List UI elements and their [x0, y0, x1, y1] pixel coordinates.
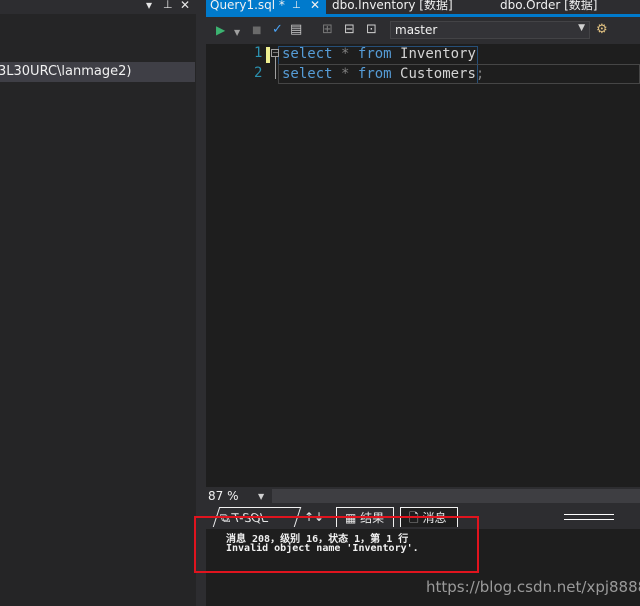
connect-icon[interactable]: ⊞ — [322, 23, 333, 37]
dropdown-icon[interactable]: ▼ — [234, 26, 240, 40]
zoom-select[interactable]: 87 % — [208, 489, 239, 503]
keyword: from — [357, 66, 392, 82]
code-line: select * from Customers; — [282, 66, 485, 82]
pin-icon[interactable]: ⊥ — [163, 0, 173, 12]
line-number: 1 — [254, 45, 263, 61]
watermark: https://blog.csdn.net/xpj8888 — [426, 578, 640, 596]
tab-inventory[interactable]: dbo.Inventory [数据] — [332, 0, 462, 14]
change-connection-icon[interactable]: ⊟ — [344, 23, 355, 37]
tab-order[interactable]: dbo.Order [数据] — [500, 0, 620, 14]
code-line: select * from Inventory — [282, 45, 476, 63]
operator: * — [341, 46, 350, 62]
change-tracking-bar — [266, 47, 270, 63]
tab-label: dbo.Inventory [数据] — [332, 0, 453, 12]
collapse-icon[interactable]: − — [271, 49, 279, 57]
stop-icon[interactable]: ■ — [252, 24, 261, 38]
close-icon[interactable]: ✕ — [180, 0, 190, 12]
editor-left-margin — [206, 44, 220, 487]
keyword: from — [357, 46, 392, 62]
horizontal-scrollbar[interactable] — [272, 489, 640, 503]
annotation-highlight-box — [194, 516, 479, 573]
parse-check-icon[interactable]: ✓ — [272, 23, 283, 37]
disconnect-icon[interactable]: ⊡ — [366, 23, 377, 37]
query-plan-icon[interactable]: ▤ — [290, 23, 302, 37]
operator: * — [341, 66, 350, 82]
line-number: 2 — [254, 65, 263, 81]
tab-label: Query1.sql * — [210, 0, 285, 12]
execute-icon[interactable]: ▶ — [216, 23, 225, 37]
table-name: Customers — [400, 66, 476, 82]
sql-editor[interactable] — [206, 44, 640, 487]
keyword: select — [282, 66, 333, 82]
tab-label: dbo.Order [数据] — [500, 0, 598, 12]
database-select-value: master — [395, 23, 438, 37]
close-icon[interactable]: ✕ — [310, 0, 320, 11]
pin-icon[interactable]: ⊥ — [292, 0, 301, 12]
fold-guide — [275, 57, 276, 79]
database-select[interactable]: master ▼ — [390, 21, 590, 39]
chevron-down-icon: ▼ — [578, 23, 585, 33]
table-name: Inventory — [400, 46, 476, 62]
tree-item-label: 3L30URC\lanmage2) — [0, 64, 132, 79]
tree-item-server[interactable]: 3L30URC\lanmage2) — [0, 62, 195, 82]
chevron-down-icon[interactable]: ▾ — [146, 0, 152, 12]
tab-query1[interactable]: Query1.sql * ⊥ ✕ — [206, 0, 326, 14]
keyword: select — [282, 46, 333, 62]
chevron-down-icon[interactable]: ▼ — [258, 492, 264, 501]
available-databases-icon[interactable]: ⚙ — [596, 23, 608, 37]
object-explorer-panel — [0, 0, 200, 606]
results-splitter-grip[interactable] — [564, 514, 614, 520]
